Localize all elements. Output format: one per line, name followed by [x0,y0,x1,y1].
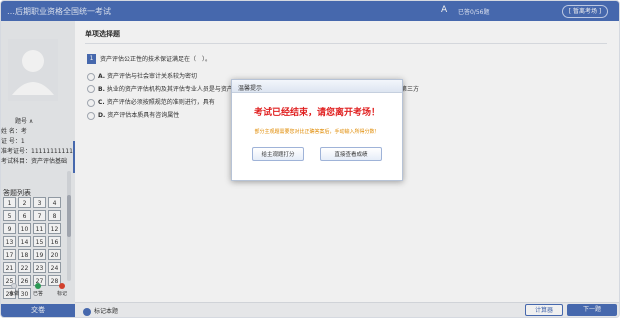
view-score-button[interactable]: 直接查看成绩 [320,147,382,161]
dialog-message: 考试已经结束，请您离开考场！ [253,108,380,118]
grade-subjective-button[interactable]: 给主观题打分 [252,147,304,161]
exam-ended-dialog: 温馨提示 考试已经结束，请您离开考场！ 部分主观题需要您对比正确答案后，手动输入… [231,79,403,181]
dialog-title: 温馨提示 [238,85,263,92]
exam-app: …后期职业资格全国统一考试 A 已答0/56题 [ 暂离考场 ] 题号 ∧ 姓 … [0,0,620,318]
app-window: …后期职业资格全国统一考试 A 已答0/56题 [ 暂离考场 ] 题号 ∧ 姓 … [0,0,620,318]
dialog-note: 部分主观题需要您对比正确答案后，手动输入所得分数！ [254,129,380,135]
dialog-header: 温馨提示 [232,80,402,93]
